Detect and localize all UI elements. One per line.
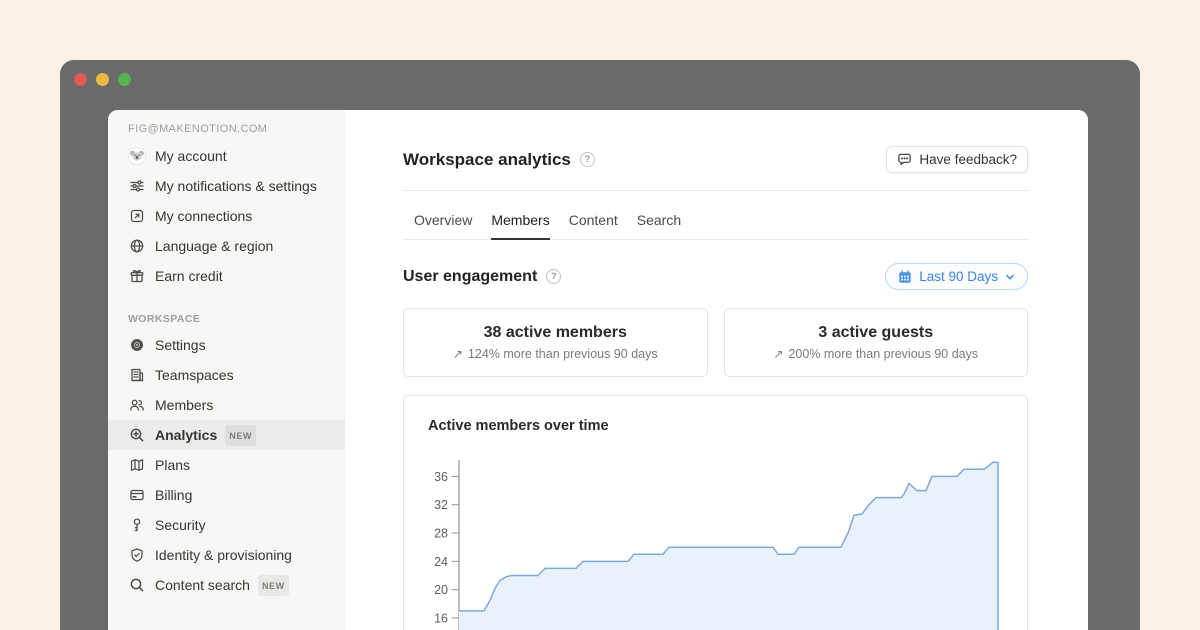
- sidebar-item-label: Security: [155, 516, 206, 534]
- zoom-window-button[interactable]: [118, 73, 131, 86]
- stat-change: ↗ 200% more than previous 90 days: [773, 347, 978, 361]
- gift-icon: [128, 267, 146, 285]
- stat-value: 38 active members: [484, 324, 627, 342]
- chevron-down-icon: [1005, 272, 1015, 282]
- credit-card-icon: [128, 486, 146, 504]
- members-chart-svg: 36 32 28 24 20 16: [404, 442, 1029, 630]
- page-title: Workspace analytics: [403, 150, 571, 170]
- account-email: FIG@MAKENOTION.COM: [108, 123, 345, 141]
- date-range-label: Last 90 Days: [919, 269, 998, 284]
- active-members-chart-card: Active members over time 36 32 28 24 20 16: [403, 395, 1028, 630]
- engagement-stats: 38 active members ↗ 124% more than previ…: [403, 308, 1028, 377]
- svg-text:28: 28: [434, 527, 448, 541]
- sidebar-item-label: My connections: [155, 207, 252, 225]
- feedback-button-label: Have feedback?: [919, 152, 1017, 167]
- search-icon: [128, 576, 146, 594]
- sidebar-item-my-connections[interactable]: My connections: [108, 201, 345, 231]
- minimize-window-button[interactable]: [96, 73, 109, 86]
- sidebar-item-label: Plans: [155, 456, 190, 474]
- feedback-bubble-icon: [897, 152, 912, 167]
- traffic-lights: [74, 73, 131, 86]
- sidebar-item-content-search[interactable]: Content search NEW: [108, 570, 345, 600]
- new-badge: NEW: [225, 425, 256, 446]
- globe-icon: [128, 237, 146, 255]
- svg-text:16: 16: [434, 612, 448, 626]
- sidebar-item-label: Analytics: [155, 426, 217, 444]
- sidebar-item-label: Teamspaces: [155, 366, 234, 384]
- sidebar-item-label: Language & region: [155, 237, 273, 255]
- trend-up-icon: ↗: [773, 347, 783, 361]
- sidebar-item-label: My notifications & settings: [155, 177, 317, 195]
- gear-icon: [128, 336, 146, 354]
- chart-title: Active members over time: [404, 418, 1027, 434]
- tab-search[interactable]: Search: [637, 212, 681, 239]
- zoom-plus-icon: [128, 426, 146, 444]
- koala-avatar: [128, 147, 146, 165]
- sidebar-item-identity-provisioning[interactable]: Identity & provisioning: [108, 540, 345, 570]
- sidebar-item-label: My account: [155, 147, 227, 165]
- new-badge: NEW: [258, 575, 289, 596]
- sidebar-item-settings[interactable]: Settings: [108, 330, 345, 360]
- sidebar-item-security[interactable]: Security: [108, 510, 345, 540]
- shield-check-icon: [128, 546, 146, 564]
- app-window: FIG@MAKENOTION.COM My account: [60, 60, 1140, 630]
- trend-up-icon: ↗: [453, 347, 463, 361]
- sidebar-item-label: Settings: [155, 336, 206, 354]
- main-content: Workspace analytics ? Have feedback?: [345, 110, 1088, 630]
- tab-overview[interactable]: Overview: [414, 212, 472, 239]
- settings-sidebar: FIG@MAKENOTION.COM My account: [108, 110, 345, 630]
- svg-text:36: 36: [434, 470, 448, 484]
- calendar-icon: [898, 270, 912, 284]
- date-range-filter[interactable]: Last 90 Days: [885, 263, 1028, 290]
- page-header: Workspace analytics ? Have feedback?: [403, 146, 1028, 173]
- section-title: User engagement: [403, 268, 537, 286]
- tab-members[interactable]: Members: [491, 212, 549, 240]
- people-icon: [128, 396, 146, 414]
- have-feedback-button[interactable]: Have feedback?: [886, 146, 1028, 173]
- map-icon: [128, 456, 146, 474]
- arrow-square-icon: [128, 207, 146, 225]
- tab-content[interactable]: Content: [569, 212, 618, 239]
- key-icon: [128, 516, 146, 534]
- user-engagement-header: User engagement ?: [403, 263, 1028, 290]
- close-window-button[interactable]: [74, 73, 87, 86]
- sidebar-item-language-region[interactable]: Language & region: [108, 231, 345, 261]
- sidebar-item-billing[interactable]: Billing: [108, 480, 345, 510]
- help-icon[interactable]: ?: [546, 269, 561, 284]
- building-icon: [128, 366, 146, 384]
- sidebar-item-label: Identity & provisioning: [155, 546, 292, 564]
- stat-value: 3 active guests: [818, 324, 933, 342]
- active-guests-stat-card: 3 active guests ↗ 200% more than previou…: [724, 308, 1029, 377]
- active-members-stat-card: 38 active members ↗ 124% more than previ…: [403, 308, 708, 377]
- analytics-tabs: Overview Members Content Search: [403, 191, 1028, 240]
- sidebar-item-label: Billing: [155, 486, 192, 504]
- chart-plot-area: 36 32 28 24 20 16: [404, 442, 1027, 630]
- sidebar-item-my-account[interactable]: My account: [108, 141, 345, 171]
- svg-text:24: 24: [434, 555, 448, 569]
- sidebar-item-earn-credit[interactable]: Earn credit: [108, 261, 345, 291]
- sidebar-item-label: Members: [155, 396, 213, 414]
- sidebar-item-plans[interactable]: Plans: [108, 450, 345, 480]
- sidebar-item-label: Earn credit: [155, 267, 223, 285]
- sidebar-item-analytics[interactable]: Analytics NEW: [108, 420, 345, 450]
- svg-text:20: 20: [434, 583, 448, 597]
- help-icon[interactable]: ?: [580, 152, 595, 167]
- sliders-icon: [128, 177, 146, 195]
- sidebar-item-notifications-settings[interactable]: My notifications & settings: [108, 171, 345, 201]
- sidebar-item-members[interactable]: Members: [108, 390, 345, 420]
- settings-panel: FIG@MAKENOTION.COM My account: [108, 110, 1088, 630]
- sidebar-item-teamspaces[interactable]: Teamspaces: [108, 360, 345, 390]
- stat-change: ↗ 124% more than previous 90 days: [453, 347, 658, 361]
- sidebar-item-label: Content search: [155, 576, 250, 594]
- svg-text:32: 32: [434, 498, 448, 512]
- workspace-section-heading: WORKSPACE: [108, 307, 345, 330]
